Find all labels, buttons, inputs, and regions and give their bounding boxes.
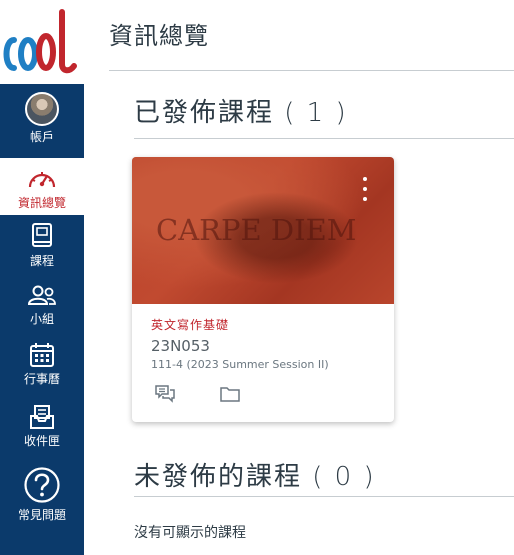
nav-item-account[interactable]: 帳戶 bbox=[0, 86, 84, 158]
page-title: 資訊總覽 bbox=[109, 22, 209, 50]
published-courses-heading: 已發佈課程 ( 1 ) bbox=[134, 98, 348, 128]
course-term: 111-4 (2023 Summer Session II) bbox=[151, 358, 329, 371]
dashboard-icon bbox=[28, 172, 56, 188]
nav-dashboard-label: 資訊總覽 bbox=[17, 196, 66, 210]
header-divider bbox=[109, 70, 514, 71]
nav-inbox-label: 收件匣 bbox=[23, 434, 60, 448]
avatar bbox=[25, 92, 59, 126]
kebab-dot-icon bbox=[363, 197, 367, 201]
files-button[interactable] bbox=[219, 384, 241, 404]
discussions-icon bbox=[155, 385, 175, 403]
unpublished-divider bbox=[134, 496, 514, 497]
groups-icon bbox=[27, 285, 56, 305]
kebab-dot-icon bbox=[363, 177, 367, 181]
global-nav: cool 帳戶 資訊總覽 課程 小組 bbox=[0, 0, 84, 555]
unpublished-courses-heading: 未發佈的課程 ( 0 ) bbox=[134, 462, 376, 492]
hero-image-text: CARPE DIEM bbox=[156, 213, 357, 247]
course-name-link[interactable]: 英文寫作基礎 bbox=[151, 316, 229, 333]
kebab-dot-icon bbox=[363, 187, 367, 191]
cool-logo-icon bbox=[3, 9, 77, 74]
calendar-icon bbox=[30, 343, 54, 367]
nav-help-label: 常見問題 bbox=[17, 508, 66, 522]
nav-item-groups[interactable]: 小組 bbox=[0, 278, 84, 334]
nav-calendar-label: 行事曆 bbox=[23, 372, 60, 386]
nav-account-label: 帳戶 bbox=[29, 130, 54, 144]
nav-groups-label: 小組 bbox=[29, 312, 54, 326]
inbox-icon bbox=[30, 405, 54, 429]
nav-item-calendar[interactable]: 行事曆 bbox=[0, 338, 84, 394]
cool-logo[interactable]: cool bbox=[0, 0, 84, 84]
published-divider bbox=[134, 138, 514, 139]
course-card[interactable]: CARPE DIEM 英文寫作基礎 23N053 111-4 (2023 Sum… bbox=[132, 157, 394, 422]
nav-item-courses[interactable]: 課程 bbox=[0, 216, 84, 272]
files-icon bbox=[220, 387, 240, 402]
nav-courses-label: 課程 bbox=[29, 254, 54, 268]
courses-icon bbox=[32, 223, 52, 247]
no-courses-message: 沒有可顯示的課程 bbox=[134, 525, 246, 541]
card-options-menu[interactable] bbox=[362, 177, 368, 201]
course-code: 23N053 bbox=[151, 337, 210, 355]
nav-item-help[interactable]: 常見問題 bbox=[0, 462, 84, 532]
nav-item-inbox[interactable]: 收件匣 bbox=[0, 400, 84, 456]
course-card-hero[interactable]: CARPE DIEM bbox=[132, 157, 394, 304]
nav-item-dashboard[interactable]: 資訊總覽 bbox=[0, 158, 84, 215]
help-icon bbox=[24, 467, 60, 503]
discussions-button[interactable] bbox=[154, 384, 176, 404]
